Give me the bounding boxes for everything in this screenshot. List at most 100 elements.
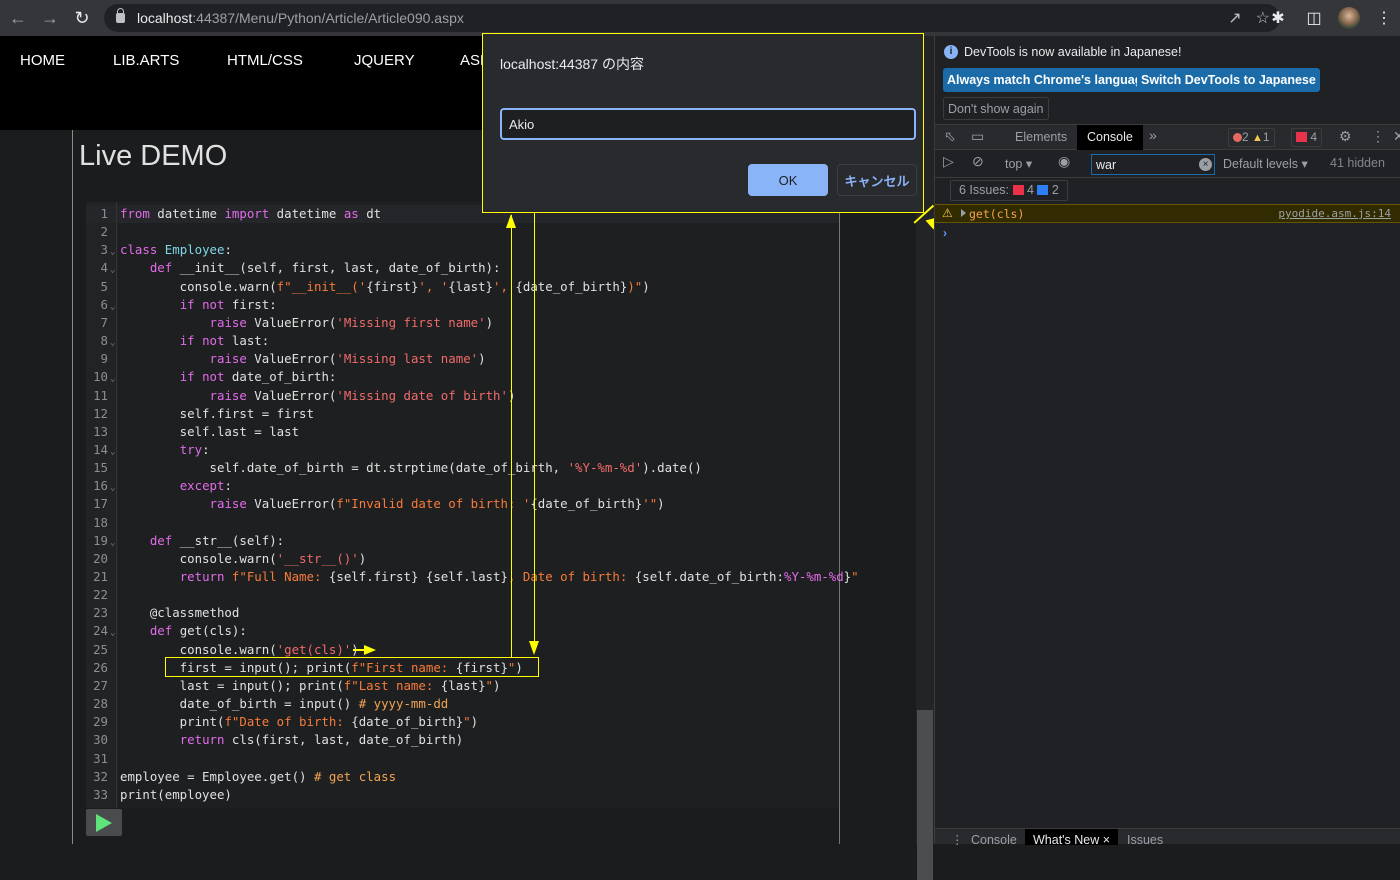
code-line[interactable]: 17 raise ValueError(f"Invalid date of bi…: [86, 495, 839, 513]
back-icon[interactable]: ←: [2, 2, 34, 34]
nav-lib-arts[interactable]: LIB.ARTS: [113, 52, 179, 69]
code-line[interactable]: 28 date_of_birth = input() # yyyy-mm-dd: [86, 695, 839, 713]
code-line[interactable]: 32 employee = Employee.get() # get class: [86, 768, 839, 786]
code-line[interactable]: 15 self.date_of_birth = dt.strptime(date…: [86, 459, 839, 477]
line-number: 1: [100, 206, 108, 221]
code-line[interactable]: 10 ⌄ if not date_of_birth:: [86, 368, 839, 386]
address-bar[interactable]: localhost:44387/Menu/Python/Article/Arti…: [104, 4, 1280, 32]
code-text: class Employee:: [120, 242, 232, 258]
code-text: if not last:: [179, 333, 270, 349]
code-line[interactable]: 31: [86, 750, 839, 768]
code-line[interactable]: 29 print(f"Date of birth: {date_of_birth…: [86, 713, 839, 731]
sidebar-toggle-icon[interactable]: ▷: [943, 153, 954, 170]
code-line[interactable]: 12 self.first = first: [86, 405, 839, 423]
ok-button[interactable]: OK: [748, 164, 828, 196]
warning-icon: ⚠: [942, 206, 953, 220]
code-line[interactable]: 27 last = input(); print(f"Last name: {l…: [86, 677, 839, 695]
code-line[interactable]: 8 ⌄ if not last:: [86, 332, 839, 350]
console-prompt-icon[interactable]: ›: [943, 226, 947, 240]
drawer-tab-console[interactable]: Console: [963, 829, 1025, 845]
code-line[interactable]: 18: [86, 514, 839, 532]
nav-html-css[interactable]: HTML/CSS: [227, 52, 303, 69]
forward-icon[interactable]: →: [34, 2, 66, 34]
clear-filter-icon[interactable]: ×: [1199, 158, 1212, 171]
reload-icon[interactable]: ↻: [66, 2, 98, 34]
inspect-element-icon[interactable]: ⬁: [944, 128, 956, 145]
expand-triangle-icon[interactable]: [961, 209, 966, 217]
code-line[interactable]: 3 ⌄ class Employee:: [86, 241, 839, 259]
line-number: 23: [93, 605, 108, 621]
code-line[interactable]: 13 self.last = last: [86, 423, 839, 441]
highlight-box-line-26: [165, 657, 539, 677]
drawer-tab-issues[interactable]: Issues: [1119, 829, 1171, 845]
code-line[interactable]: 24 ⌄ def get(cls):: [86, 622, 839, 640]
code-line[interactable]: 5 console.warn(f"__init__('{first}', '{l…: [86, 278, 839, 296]
menu-icon[interactable]: ⋮: [1372, 4, 1396, 32]
code-line[interactable]: 16 ⌄ except:: [86, 477, 839, 495]
switch-to-japanese-button[interactable]: Switch DevTools to Japanese: [1137, 68, 1320, 92]
close-devtools-icon[interactable]: ✕: [1393, 128, 1400, 145]
tab-console[interactable]: Console: [1077, 125, 1143, 150]
line-number: 3: [100, 242, 108, 258]
extensions-icon[interactable]: ✱: [1266, 4, 1290, 32]
line-number: 25: [93, 641, 108, 657]
devtools-menu-icon[interactable]: ⋮: [1371, 128, 1385, 145]
close-tab-icon[interactable]: ×: [1103, 833, 1110, 845]
code-line[interactable]: 9 raise ValueError('Missing last name'): [86, 350, 839, 368]
issues-counter[interactable]: 4: [1291, 128, 1323, 147]
devtools-tabbar: ⬁ ▭ Elements Console » 2 ▲1 4 ⚙ ⋮ ✕: [935, 124, 1400, 150]
settings-gear-icon[interactable]: ⚙: [1339, 128, 1352, 145]
console-warning-row[interactable]: ⚠ get(cls) pyodide.asm.js:14: [935, 204, 1400, 223]
error-icon: [1233, 133, 1242, 142]
side-panel-icon[interactable]: ◫: [1302, 4, 1326, 32]
code-line[interactable]: 33 print(employee): [86, 786, 839, 804]
nav-home[interactable]: HOME: [20, 52, 65, 69]
clear-console-icon[interactable]: ⊘: [972, 153, 984, 170]
run-button[interactable]: [86, 809, 122, 836]
code-line[interactable]: 7 raise ValueError('Missing first name'): [86, 314, 839, 332]
profile-avatar[interactable]: [1338, 7, 1360, 29]
annotation-arrow-right-icon: [364, 645, 376, 655]
code-text: if not first:: [179, 296, 277, 312]
hidden-count: 41 hidden: [1330, 156, 1385, 170]
code-line[interactable]: 19 ⌄ def __str__(self):: [86, 532, 839, 550]
code-editor[interactable]: 1 from datetime import datetime as dt 2 3 ⌄ c…: [86, 202, 859, 808]
cancel-button[interactable]: キャンセル: [837, 164, 917, 196]
prompt-dialog: localhost:44387 の内容 OK キャンセル: [482, 33, 924, 213]
lock-icon[interactable]: [116, 8, 125, 23]
code-line[interactable]: 30 return cls(first, last, date_of_birth…: [86, 731, 839, 749]
log-levels-dropdown[interactable]: Default levels ▾: [1223, 156, 1308, 171]
code-line[interactable]: 23 @classmethod: [86, 604, 839, 622]
code-line[interactable]: 21 return f"Full Name: {self.first} {sel…: [86, 568, 859, 586]
devtools-panel: i DevTools is now available in Japanese!…: [934, 36, 1400, 845]
scrollbar-thumb[interactable]: [917, 710, 933, 880]
code-line[interactable]: 2: [86, 223, 839, 241]
code-text: except:: [179, 478, 232, 494]
drawer-tab-whats-new[interactable]: What's New ×: [1025, 829, 1119, 845]
code-line[interactable]: 20 console.warn('__str__()'): [86, 550, 839, 568]
code-line[interactable]: 22: [86, 586, 839, 604]
prompt-input[interactable]: [500, 108, 916, 140]
code-line[interactable]: 6 ⌄ if not first:: [86, 296, 839, 314]
code-text: print(employee): [120, 786, 232, 802]
code-line[interactable]: 4 ⌄ def __init__(self, first, last, date_…: [86, 259, 839, 277]
code-line[interactable]: 14 ⌄ try:: [86, 441, 839, 459]
dont-show-again-button[interactable]: Don't show again: [943, 97, 1049, 120]
issues-button[interactable]: 6 Issues: 4 2: [950, 180, 1068, 201]
error-warning-counts[interactable]: 2 ▲1: [1228, 128, 1275, 147]
always-match-language-button[interactable]: Always match Chrome's language: [943, 68, 1154, 92]
nav-jquery[interactable]: JQUERY: [354, 52, 415, 69]
code-line[interactable]: 11 raise ValueError('Missing date of bir…: [86, 387, 839, 405]
source-link[interactable]: pyodide.asm.js:14: [1278, 207, 1391, 220]
code-text: raise ValueError('Missing date of birth'…: [209, 387, 516, 403]
share-icon[interactable]: ↗: [1228, 8, 1241, 28]
more-tabs-icon[interactable]: »: [1149, 127, 1157, 143]
line-number: 9: [100, 351, 108, 367]
device-toolbar-icon[interactable]: ▭: [971, 128, 984, 145]
code-text: def __init__(self, first, last, date_of_…: [149, 260, 501, 276]
context-selector[interactable]: top ▾: [1005, 156, 1032, 171]
line-number: 24: [93, 623, 108, 639]
live-expression-eye-icon[interactable]: ◉: [1058, 153, 1070, 170]
tab-elements[interactable]: Elements: [1005, 125, 1077, 150]
console-filter-input[interactable]: [1091, 154, 1215, 175]
